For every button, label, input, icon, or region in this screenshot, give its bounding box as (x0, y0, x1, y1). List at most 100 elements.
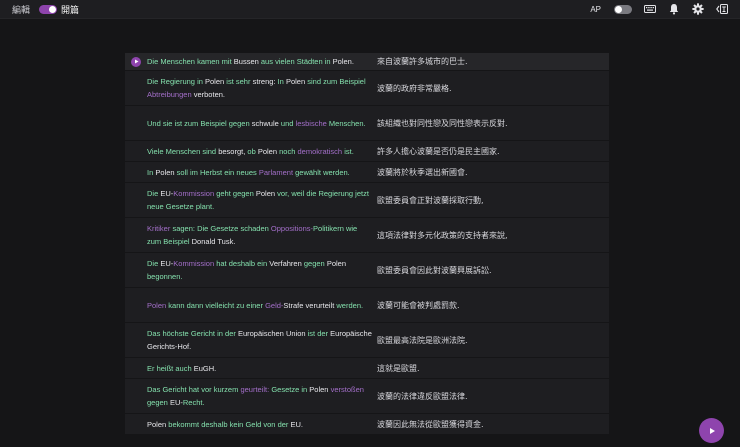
word[interactable]: sind (307, 77, 321, 86)
word[interactable]: Oppositions- (271, 224, 313, 233)
word[interactable]: wie (346, 224, 357, 233)
word[interactable]: streng: (253, 77, 276, 86)
word[interactable]: Viele (147, 147, 164, 156)
word[interactable]: Gesetze (166, 202, 194, 211)
word[interactable]: neues (236, 168, 256, 177)
word[interactable]: mit (222, 57, 232, 66)
word[interactable]: Menschen. (329, 119, 366, 128)
word[interactable]: demokratisch (297, 147, 342, 156)
word[interactable]: EU. (291, 420, 304, 429)
word[interactable]: Gesetze (210, 224, 238, 233)
word[interactable]: vielen (275, 57, 295, 66)
word[interactable]: dann (187, 301, 204, 310)
word[interactable]: gegen (233, 189, 254, 198)
word[interactable]: zum (184, 119, 198, 128)
word[interactable]: gewählt (295, 168, 321, 177)
word[interactable]: Und (147, 119, 161, 128)
word[interactable]: Das (147, 329, 160, 338)
word[interactable]: Strafe (283, 301, 303, 310)
word[interactable]: weil (291, 189, 304, 198)
word[interactable]: In (278, 77, 284, 86)
word[interactable]: Politikern (313, 224, 344, 233)
word[interactable]: Union (286, 329, 306, 338)
word[interactable]: Kommission (173, 189, 214, 198)
word[interactable]: ein (257, 259, 267, 268)
word[interactable]: geht (216, 189, 231, 198)
word[interactable]: verboten. (194, 90, 225, 99)
word[interactable]: Gesetze (271, 385, 299, 394)
transcript-row[interactable]: Er heißt auch EuGH. 這就是歐盟. (125, 358, 609, 378)
transcript-row[interactable]: Viele Menschen sind besorgt, ob Polen no… (125, 141, 609, 161)
word[interactable]: Regierung (318, 189, 353, 198)
word[interactable]: ob (247, 147, 255, 156)
word[interactable]: vor (201, 385, 211, 394)
gear-icon[interactable] (692, 3, 704, 15)
word[interactable]: in (301, 385, 307, 394)
transcript-row[interactable]: Die EU-Kommission hat deshalb ein Verfah… (125, 253, 609, 287)
word[interactable]: ist (308, 329, 316, 338)
layout-label[interactable]: 開篇 (61, 3, 79, 16)
word[interactable]: ist. (344, 147, 354, 156)
keyboard-icon[interactable] (644, 3, 656, 15)
word[interactable]: Polen (147, 420, 166, 429)
word[interactable]: EuGH. (194, 364, 217, 373)
transcript-row[interactable]: Kritiker sagen: Die Gesetze schaden Oppo… (125, 218, 609, 252)
translate-icon[interactable] (716, 3, 728, 15)
word[interactable]: ist (175, 119, 183, 128)
word[interactable]: Polen. (333, 57, 354, 66)
autoplay-toggle[interactable] (614, 4, 632, 14)
word[interactable]: sind (202, 147, 216, 156)
word[interactable]: besorgt, (218, 147, 245, 156)
word[interactable]: Hof. (177, 342, 191, 351)
word[interactable]: Polen (205, 77, 224, 86)
word[interactable]: plant. (196, 202, 214, 211)
word[interactable]: heißt (157, 364, 174, 373)
word[interactable]: höchste (162, 329, 188, 338)
word[interactable]: kamen (197, 57, 220, 66)
word[interactable]: EU- (160, 189, 173, 198)
word[interactable]: Das (147, 385, 160, 394)
word[interactable]: und (281, 119, 294, 128)
word[interactable]: der (225, 329, 236, 338)
word[interactable]: deshalb (229, 259, 255, 268)
word[interactable]: hat (189, 385, 199, 394)
word[interactable]: ein (224, 168, 234, 177)
bell-icon[interactable] (668, 3, 680, 15)
word[interactable]: Die (147, 57, 158, 66)
word[interactable]: Verfahren (269, 259, 302, 268)
word[interactable]: die (306, 189, 316, 198)
word[interactable]: Recht. (183, 398, 205, 407)
word[interactable]: Er (147, 364, 155, 373)
word[interactable]: Europäische (330, 329, 372, 338)
word[interactable]: Polen (155, 168, 174, 177)
transcript-row[interactable]: Die EU-Kommission geht gegen Polen vor, … (125, 183, 609, 217)
word[interactable]: geurteilt: (240, 385, 269, 394)
word[interactable]: EU- (160, 259, 173, 268)
transcript-row[interactable]: Das höchste Gericht in der Europäischen … (125, 323, 609, 357)
word[interactable]: kann (168, 301, 184, 310)
word[interactable]: sagen: (172, 224, 195, 233)
word[interactable]: in (197, 77, 203, 86)
word[interactable]: bekommt (168, 420, 199, 429)
word[interactable]: Beispiel (200, 119, 226, 128)
word[interactable]: In (147, 168, 153, 177)
word[interactable]: verstoßen (331, 385, 364, 394)
word[interactable]: sie (163, 119, 173, 128)
word[interactable]: Städten (297, 57, 323, 66)
word[interactable]: verurteilt (306, 301, 335, 310)
word[interactable]: Kritiker (147, 224, 170, 233)
word[interactable]: Die (147, 77, 158, 86)
word[interactable]: Regierung (160, 77, 195, 86)
word[interactable]: Polen (327, 259, 346, 268)
word[interactable]: Europäischen (238, 329, 284, 338)
word[interactable]: Die (197, 224, 208, 233)
word[interactable]: Parlament (259, 168, 293, 177)
word[interactable]: Polen (256, 189, 275, 198)
word[interactable]: Gericht (162, 385, 186, 394)
word[interactable]: gegen (304, 259, 325, 268)
word[interactable]: noch (279, 147, 295, 156)
word[interactable]: Kommission (173, 259, 214, 268)
word[interactable]: hat (216, 259, 226, 268)
word[interactable]: Herbst (200, 168, 222, 177)
word[interactable]: Beispiel (339, 77, 365, 86)
